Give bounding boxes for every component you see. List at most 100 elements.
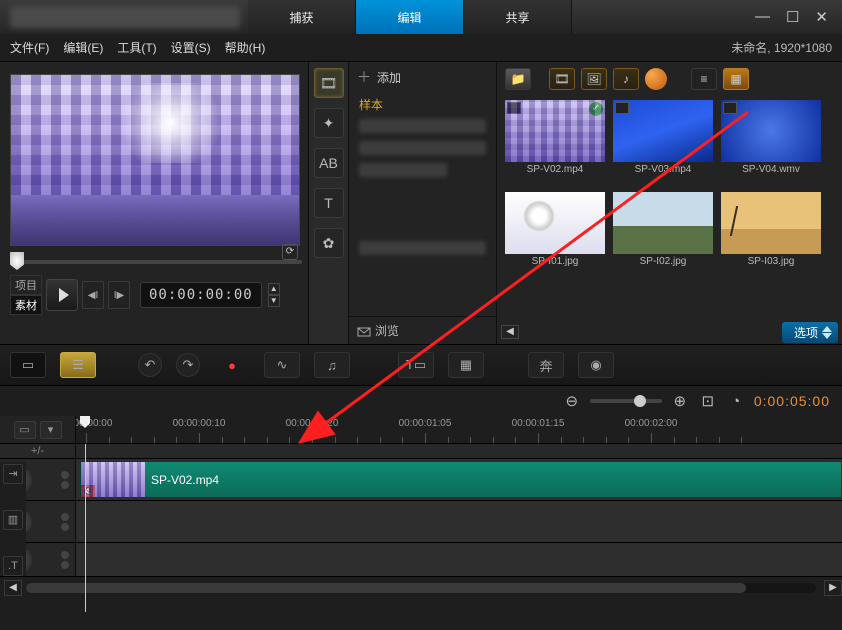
thumbnail-grid: ✓ SP-V02.mp4 SP-V03.mp4SP-V04.wmv SP-I01.jp… xyxy=(497,96,842,320)
seek-bar[interactable]: ⟳ xyxy=(10,254,302,270)
tc-down[interactable]: ▼ xyxy=(268,295,280,307)
record-button[interactable]: ● xyxy=(214,352,250,378)
browse-label: 浏览 xyxy=(375,322,399,339)
filter-image-icon[interactable]: 🖼 xyxy=(581,68,607,90)
tab-capture[interactable]: 捕获 xyxy=(248,0,356,34)
library-thumb[interactable]: ✓ SP-V02.mp4 xyxy=(505,100,605,186)
timeline-scrollbar: ◀ ▶ xyxy=(0,577,842,598)
library-thumb[interactable]: SP-I01.jpg xyxy=(505,192,605,278)
menu-edit[interactable]: 编辑(E) xyxy=(63,39,103,56)
multitrack-button[interactable]: ▦ xyxy=(448,352,484,378)
hscroll-right[interactable]: ▶ xyxy=(824,580,842,596)
sample-folder[interactable]: 样本 xyxy=(349,92,496,115)
thumb-label: SP-V02.mp4 xyxy=(505,164,605,175)
folder-item-blurred[interactable] xyxy=(359,163,447,177)
next-frame-button[interactable]: I▶ xyxy=(108,281,130,309)
libtab-fx-icon[interactable]: ✦ xyxy=(314,108,344,138)
thumb-label: SP-I02.jpg xyxy=(613,256,713,267)
seek-handle[interactable] xyxy=(10,252,24,270)
filter-video-icon[interactable]: 🎞 xyxy=(549,68,575,90)
library-thumb[interactable]: SP-I03.jpg xyxy=(721,192,821,278)
eye-all-button[interactable]: ▾ xyxy=(40,421,62,439)
title-bar: 捕获 编辑 共享 — ☐ ✕ xyxy=(0,0,842,34)
overlay-track-body[interactable] xyxy=(76,501,842,542)
video-badge-icon xyxy=(507,102,521,114)
video-clip[interactable]: 🔇 SP-V02.mp4 xyxy=(80,461,842,498)
close-button[interactable]: ✕ xyxy=(815,8,828,26)
add-folder-button[interactable]: ＋ 添加 xyxy=(349,62,496,92)
libtab-graphic-icon[interactable]: ✿ xyxy=(314,228,344,258)
loop-icon[interactable]: ⟳ xyxy=(282,244,298,260)
view-grid-icon[interactable]: ▦ xyxy=(723,68,749,90)
preview-mode-tabs: 项目 素材 xyxy=(10,275,42,315)
preview-monitor[interactable] xyxy=(10,74,300,246)
tc-up[interactable]: ▲ xyxy=(268,283,280,295)
title-track-button[interactable]: T▭ xyxy=(398,352,434,378)
motion-button[interactable]: 奔 xyxy=(528,352,564,378)
mode-clip[interactable]: 素材 xyxy=(10,295,42,315)
maximize-button[interactable]: ☐ xyxy=(786,8,799,26)
undo-button[interactable]: ↶ xyxy=(138,353,162,377)
thumb-label: SP-I03.jpg xyxy=(721,256,821,267)
scroll-left-button[interactable]: ◀ xyxy=(501,325,519,339)
track-manager-button[interactable]: ▭ xyxy=(14,421,36,439)
options-button[interactable]: 选项 xyxy=(782,322,838,343)
filter-fx-icon[interactable] xyxy=(645,68,667,90)
zoom-out-button[interactable]: ⊖ xyxy=(562,391,582,411)
play-button[interactable] xyxy=(46,279,78,311)
library-toolbar: 📁 🎞 🖼 ♪ ≡ ▦ xyxy=(497,62,842,96)
timeline-toolbar: ▭ ☰ ↶ ↷ ● ∿ ♫ T▭ ▦ 奔 ◉ xyxy=(0,344,842,386)
timeline: ▭ ▾ 00:00:00:0000:00:00:1000:00:00:2000:… xyxy=(0,416,842,598)
clip-name-label: SP-V02.mp4 xyxy=(151,462,841,498)
ripple-edit-icon[interactable]: ⇥ xyxy=(3,464,23,484)
check-icon: ✓ xyxy=(589,102,603,116)
window-controls: — ☐ ✕ xyxy=(755,8,842,26)
subtitle-button[interactable]: ◉ xyxy=(578,352,614,378)
title-track-body[interactable] xyxy=(76,543,842,576)
time-ruler[interactable]: 00:00:00:0000:00:00:1000:00:00:2000:00:0… xyxy=(76,416,842,443)
open-folder-icon[interactable]: 📁 xyxy=(505,68,531,90)
preview-timecode: 00:00:00:00 xyxy=(140,282,262,308)
overlay-manager-icon[interactable]: ▥ xyxy=(3,510,23,530)
minimize-button[interactable]: — xyxy=(755,8,770,26)
menu-settings[interactable]: 设置(S) xyxy=(171,39,211,56)
folder-item-blurred[interactable] xyxy=(359,119,486,133)
menu-bar: 文件(F) 编辑(E) 工具(T) 设置(S) 帮助(H) 未命名, 1920*… xyxy=(0,34,842,62)
libtab-title-icon[interactable]: AB xyxy=(314,148,344,178)
menu-file[interactable]: 文件(F) xyxy=(10,39,49,56)
storyboard-view-button[interactable]: ▭ xyxy=(10,352,46,378)
timeline-view-button[interactable]: ☰ xyxy=(60,352,96,378)
library-thumb[interactable]: SP-V04.wmv xyxy=(721,100,821,186)
filter-audio-icon[interactable]: ♪ xyxy=(613,68,639,90)
zoom-bar: ⊖ ⊕ ⊡ ◔ 0:00:05:00 xyxy=(0,386,842,416)
text-track-icon[interactable]: .T xyxy=(3,556,23,576)
video-track-body[interactable]: 🔇 SP-V02.mp4 xyxy=(76,459,842,500)
video-badge-icon xyxy=(615,102,629,114)
redo-button[interactable]: ↷ xyxy=(176,353,200,377)
auto-music-button[interactable]: ♫ xyxy=(314,352,350,378)
expand-toggle[interactable]: +/- xyxy=(0,444,76,458)
zoom-slider[interactable] xyxy=(590,399,662,403)
libtab-media-icon[interactable]: 🎞 xyxy=(314,68,344,98)
folder-item-blurred[interactable] xyxy=(359,141,486,155)
prev-frame-button[interactable]: ◀I xyxy=(82,281,104,309)
audio-mixer-button[interactable]: ∿ xyxy=(264,352,300,378)
hscroll-thumb[interactable] xyxy=(26,583,746,593)
mode-project[interactable]: 项目 xyxy=(10,275,42,295)
folder-item-blurred[interactable] xyxy=(359,241,486,255)
browse-button[interactable]: 浏览 xyxy=(349,316,496,344)
view-list-icon[interactable]: ≡ xyxy=(691,68,717,90)
ruler-label: 00:00:02:00 xyxy=(625,418,678,429)
menu-tools[interactable]: 工具(T) xyxy=(117,39,156,56)
hscroll-track[interactable] xyxy=(26,583,816,593)
hscroll-left[interactable]: ◀ xyxy=(4,580,22,596)
zoom-in-button[interactable]: ⊕ xyxy=(670,391,690,411)
fit-project-button[interactable]: ⊡ xyxy=(698,391,718,411)
library-thumb[interactable]: SP-I02.jpg xyxy=(613,192,713,278)
tab-share[interactable]: 共享 xyxy=(464,0,572,34)
tab-edit[interactable]: 编辑 xyxy=(356,0,464,34)
libtab-text-icon[interactable]: T xyxy=(314,188,344,218)
browse-icon xyxy=(357,325,371,337)
menu-help[interactable]: 帮助(H) xyxy=(225,39,266,56)
library-thumb[interactable]: SP-V03.mp4 xyxy=(613,100,713,186)
